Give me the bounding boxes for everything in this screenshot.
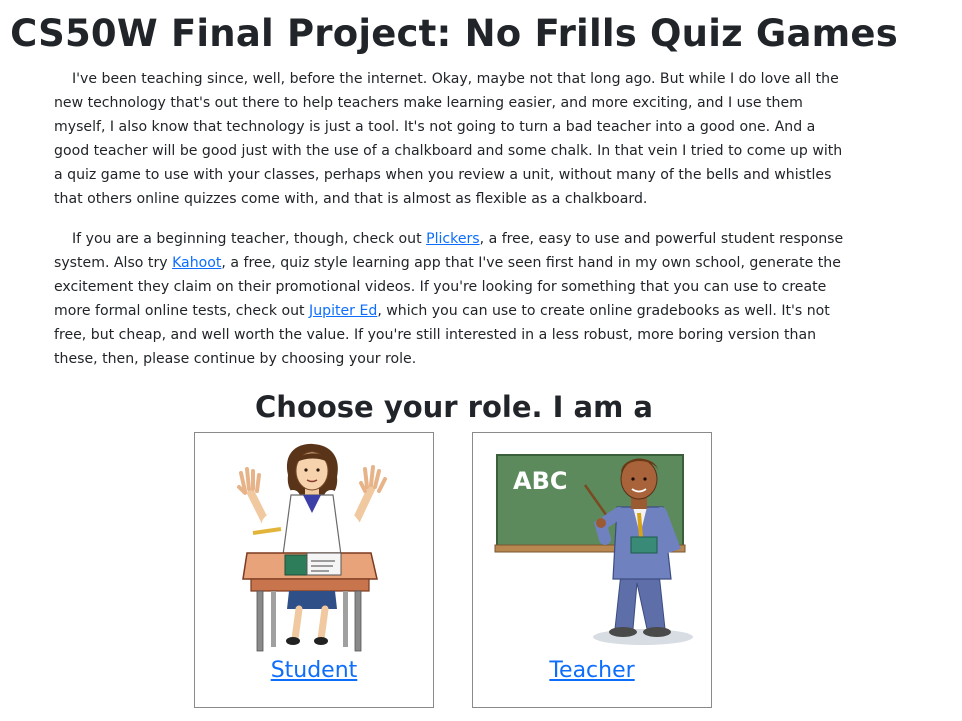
intro-text-part-1: If you are a beginning teacher, though, … (72, 231, 427, 247)
teacher-role-card[interactable]: ABC Teacher (472, 432, 712, 708)
page-title: CS50W Final Project: No Frills Quiz Game… (10, 12, 898, 55)
kahoot-link[interactable]: Kahoot (172, 255, 221, 271)
chalkboard-text: ABC (513, 467, 567, 495)
plickers-link[interactable]: Plickers (426, 231, 480, 247)
jupiter-ed-link[interactable]: Jupiter Ed (309, 303, 377, 319)
intro-paragraph-1: I've been teaching since, well, before t… (54, 71, 843, 207)
student-link[interactable]: Student (195, 656, 433, 686)
student-role-card[interactable]: Student (194, 432, 434, 708)
intro-paragraph-2: If you are a beginning teacher, though, … (54, 227, 854, 371)
role-heading: Choose your role. I am a (255, 390, 653, 424)
teacher-link[interactable]: Teacher (473, 656, 711, 686)
